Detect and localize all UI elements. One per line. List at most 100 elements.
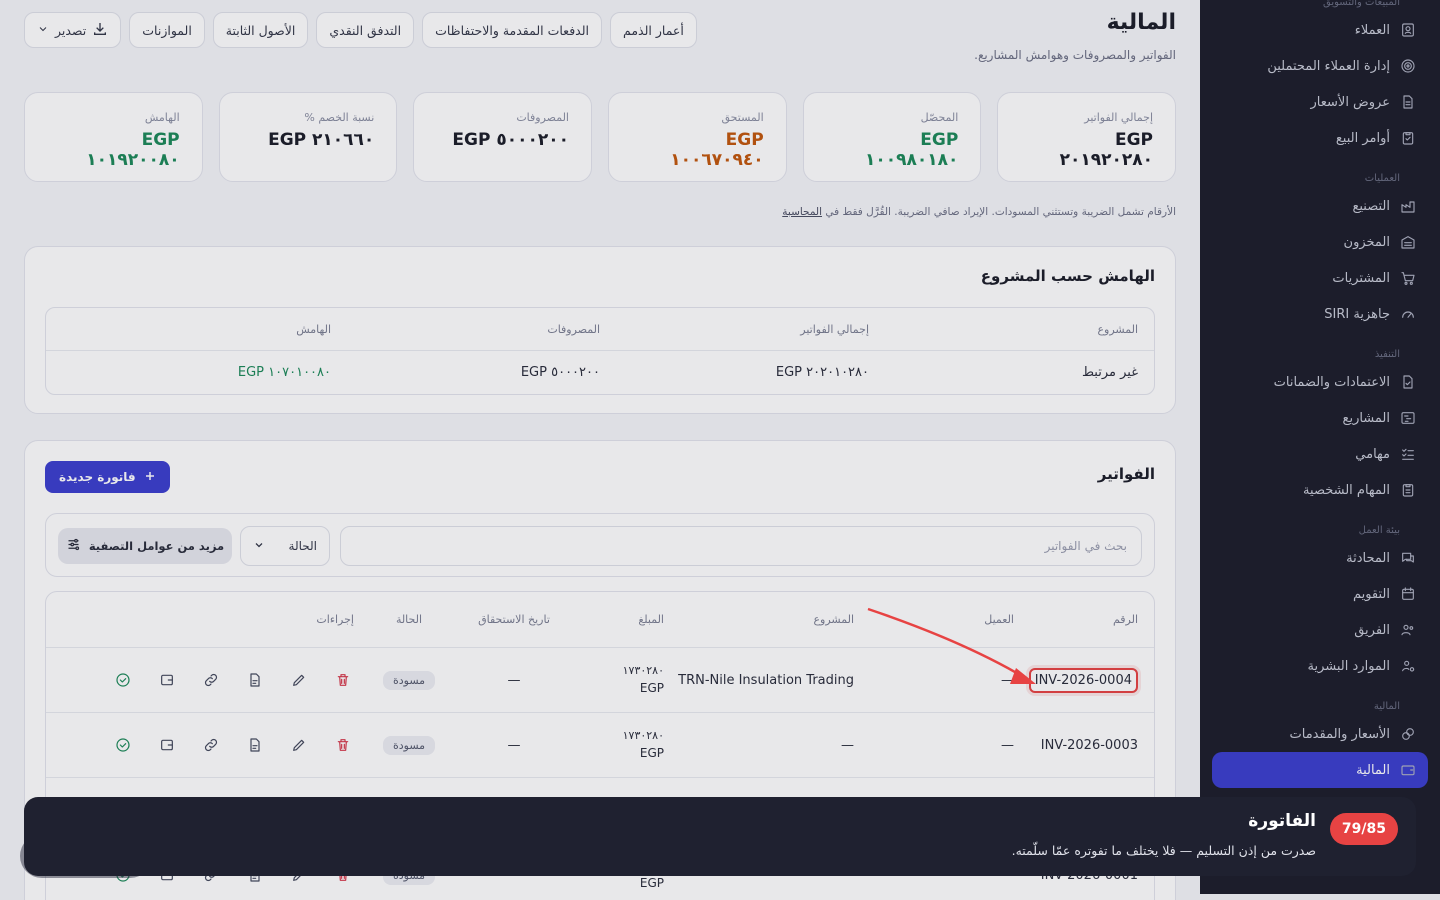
sidebar-item-label: إدارة العملاء المحتملين — [1267, 58, 1390, 74]
edit-icon[interactable] — [288, 734, 310, 756]
clipboard-icon — [1400, 130, 1416, 146]
more-filters-label: مزيد من عوامل التصفية — [88, 539, 225, 553]
kpi-label: المستحق — [721, 111, 764, 124]
invoice-number: INV-2026-0004 — [1034, 672, 1132, 688]
cell-expenses: EGP ٥٠٠٠٢٠٠ — [520, 365, 600, 380]
cell-status: مسودة — [354, 735, 464, 755]
sidebar-item[interactable]: جاهزية SIRI — [1200, 296, 1440, 332]
cell-project: — — [841, 737, 854, 753]
sidebar-item[interactable]: المشاريع — [1200, 400, 1440, 436]
table-row: غير مرتبط EGP ٢٠٢٠١٠٢٨٠ EGP ٥٠٠٠٢٠٠ EGP … — [46, 350, 1154, 394]
kpi-expenses: المصروفات EGP ٥٠٠٠٢٠٠ — [413, 92, 592, 182]
table-row[interactable]: INV-2026-0004 — TRN-Nile Insulation Trad… — [46, 648, 1154, 713]
sidebar-item[interactable]: إدارة العملاء المحتملين — [1200, 48, 1440, 84]
cell-total: EGP ٢٠٢٠١٠٢٨٠ — [775, 365, 869, 380]
tab-budgets[interactable]: الموازنات — [129, 12, 205, 48]
amount-currency: EGP — [639, 681, 664, 696]
sidebar-item[interactable]: التصنيع — [1200, 188, 1440, 224]
kpi-discount: نسبة الخصم % EGP ٢١٠٦٦٠ — [218, 92, 398, 182]
table-header: الرقم العميل المشروع المبلغ تاريخ الاستح… — [46, 592, 1154, 648]
delete-icon[interactable] — [332, 669, 354, 691]
cell-status: مسودة — [354, 670, 464, 690]
table-row[interactable]: INV-2026-0003 — — ١٧٣٠٢٨٠ EGP — مسودة — [46, 713, 1154, 778]
margin-table: المشروع إجمالي الفواتير المصروفات الهامش… — [45, 307, 1155, 395]
sidebar-item-label: أوامر البيع — [1335, 130, 1390, 146]
accounting-link[interactable]: المحاسبة — [782, 206, 822, 218]
cell-client: — — [1001, 737, 1014, 753]
tour-tooltip: 79/85 الفاتورة صدرت من إذن التسليم — فلا… — [24, 797, 1416, 876]
tour-step-counter: 79/85 — [1329, 813, 1398, 845]
sidebar-item-label: الفريق — [1354, 622, 1390, 638]
sidebar-section-title: بيئة العمل — [1358, 525, 1400, 536]
tab-fixed-assets[interactable]: الأصول الثابتة — [212, 12, 309, 48]
chevron-down-icon — [253, 539, 265, 554]
export-button[interactable]: تصدير — [24, 12, 122, 48]
sidebar-item-label: مهامي — [1355, 446, 1390, 462]
amount-value: ١٧٣٠٢٨٠ — [622, 663, 664, 677]
kpi-total-invoices: إجمالي الفواتير EGP ٢٠١٩٢٠٢٨٠ — [997, 92, 1176, 182]
edit-icon[interactable] — [288, 669, 310, 691]
sidebar-item[interactable]: التقويم — [1200, 576, 1440, 612]
tab-advances-retentions[interactable]: الدفعات المقدمة والاحتفاظات — [422, 12, 603, 48]
more-filters-button[interactable]: مزيد من عوامل التصفية — [58, 528, 232, 564]
status-filter[interactable]: الحالة — [240, 526, 330, 566]
sidebar-item[interactable]: الاعتمادات والضمانات — [1200, 364, 1440, 400]
sidebar-item[interactable]: المهام الشخصية — [1200, 472, 1440, 508]
main-content: المالية الفواتير والمصروفات وهوامش المشا… — [0, 0, 1200, 900]
sidebar-item[interactable]: الأسعار والمقدمات — [1200, 716, 1440, 752]
invoice-number[interactable]: INV-2026-0003 — [1041, 738, 1138, 753]
search-input[interactable]: بحث في الفواتير — [340, 526, 1142, 566]
col-project: المشروع — [813, 613, 854, 626]
link-icon[interactable] — [200, 669, 222, 691]
sidebar-item-label: جاهزية SIRI — [1324, 306, 1390, 322]
tab-cash-flow[interactable]: التدفق النقدي — [316, 12, 415, 48]
receipt-icon[interactable] — [156, 734, 178, 756]
amount-value: ١٧٣٠٢٨٠ — [622, 728, 664, 742]
sidebar-item[interactable]: أوامر البيع — [1200, 120, 1440, 156]
sidebar-item-label: العملاء — [1354, 22, 1390, 38]
approve-icon[interactable] — [112, 669, 134, 691]
download-icon — [92, 21, 108, 40]
figures-note: الأرقام تشمل الضريبة وتستثني المسودات. ا… — [782, 206, 1176, 218]
sidebar: المبيعات والتسويق العملاء إدارة العملاء … — [1200, 0, 1440, 894]
sidebar-section-title: العمليات — [1364, 173, 1400, 184]
sidebar-item-label: عروض الأسعار — [1310, 94, 1391, 110]
sidebar-item[interactable]: العملاء — [1200, 12, 1440, 48]
sidebar-item[interactable]: الموارد البشرية — [1200, 648, 1440, 684]
document-icon — [1400, 94, 1416, 110]
sliders-icon — [66, 537, 81, 555]
status-filter-label: الحالة — [288, 539, 317, 553]
kpi-value: EGP ٥٠٠٠٢٠٠ — [452, 130, 569, 150]
sidebar-section-title: المبيعات والتسويق — [1323, 0, 1400, 8]
link-icon[interactable] — [200, 734, 222, 756]
pdf-icon[interactable] — [244, 669, 266, 691]
target-icon — [1400, 58, 1416, 74]
user-badge-icon — [1400, 22, 1416, 38]
sidebar-item-label: المخزون — [1343, 234, 1390, 250]
user-cog-icon — [1400, 658, 1416, 674]
sidebar-item[interactable]: عروض الأسعار — [1200, 84, 1440, 120]
wallet-icon — [1400, 762, 1416, 778]
kpi-value: EGP ١٠٠٦٧٠٩٤٠ — [670, 130, 764, 170]
new-invoice-button[interactable]: فاتورة جديدة — [45, 461, 170, 493]
sidebar-item[interactable]: الفريق — [1200, 612, 1440, 648]
approve-icon[interactable] — [112, 734, 134, 756]
sidebar-item[interactable]: المحادثة — [1200, 540, 1440, 576]
tab-aging[interactable]: أعمار الذمم — [610, 12, 697, 48]
receipt-icon[interactable] — [156, 669, 178, 691]
sidebar-item[interactable]: مهامي — [1200, 436, 1440, 472]
status-badge: مسودة — [382, 735, 436, 755]
invoice-number-highlight[interactable]: INV-2026-0004 — [1028, 667, 1138, 693]
gauge-icon — [1400, 306, 1416, 322]
cell-client: — — [1001, 672, 1014, 688]
sidebar-item[interactable]: المخزون — [1200, 224, 1440, 260]
coins-icon — [1400, 726, 1416, 742]
pdf-icon[interactable] — [244, 734, 266, 756]
delete-icon[interactable] — [332, 734, 354, 756]
sidebar-item[interactable]: المالية — [1212, 752, 1428, 788]
tour-description: صدرت من إذن التسليم — فلا يختلف ما تفوتر… — [1011, 843, 1316, 858]
col-client: العميل — [984, 613, 1014, 626]
kpi-label: الهامش — [144, 111, 180, 124]
plus-icon — [144, 470, 156, 485]
sidebar-item[interactable]: المشتريات — [1200, 260, 1440, 296]
